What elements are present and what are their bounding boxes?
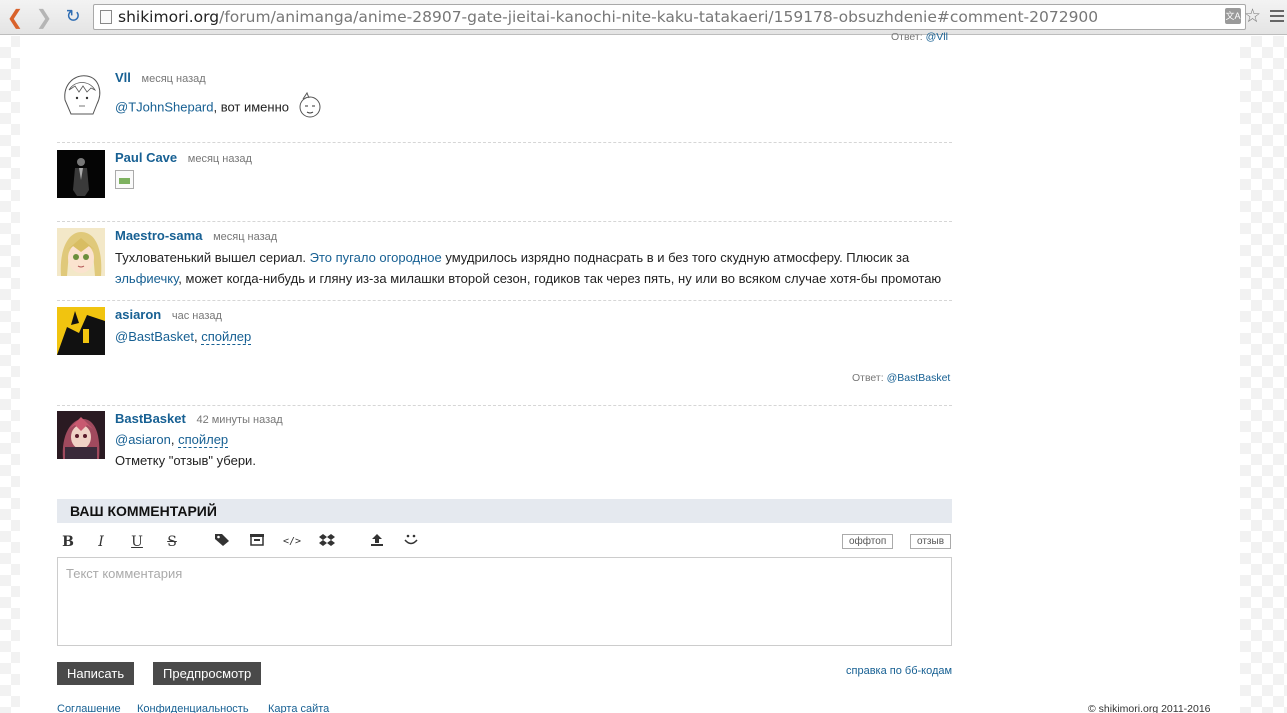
reload-icon[interactable]: ↻ (62, 6, 84, 28)
reply-target-link[interactable]: @Vll (926, 31, 948, 43)
comment: Paul Cave месяц назад (57, 150, 952, 200)
avatar[interactable] (57, 307, 105, 355)
footer-link-sitemap[interactable]: Карта сайта (268, 703, 329, 713)
comment: BastBasket 42 минуты назад @asiaron, спо… (57, 411, 952, 471)
strike-button[interactable]: S (162, 533, 182, 551)
comment-textarea[interactable]: Текст комментария (57, 557, 952, 646)
smiley-icon[interactable] (401, 533, 421, 551)
comment-text: умудрилось изрядно поднасрать в и без то… (441, 250, 910, 265)
avatar[interactable] (57, 70, 105, 118)
address-bar[interactable]: shikimori.org/forum/animanga/anime-28907… (93, 4, 1246, 30)
reply-line: Ответ: @BastBasket (852, 372, 951, 384)
url-text: shikimori.org/forum/animanga/anime-28907… (118, 8, 1099, 26)
offtopic-toggle[interactable]: оффтоп (842, 534, 894, 549)
background-pattern-right (1240, 36, 1287, 713)
comment-text: , вот именно (213, 99, 289, 115)
spoiler-toggle[interactable]: спойлер (178, 432, 229, 448)
comment-time: месяц назад (141, 73, 206, 85)
submit-button[interactable]: Написать (57, 662, 135, 685)
page-icon (100, 10, 112, 24)
background-pattern-left (0, 36, 20, 713)
comment-author[interactable]: BastBasket (115, 411, 186, 426)
comment-divider (57, 221, 952, 222)
avatar[interactable] (57, 228, 105, 276)
footer-link-agreement[interactable]: Соглашение (57, 703, 121, 713)
comment-time: месяц назад (187, 153, 252, 165)
comment-divider (57, 142, 952, 143)
comment-author[interactable]: asiaron (115, 307, 161, 322)
comment: Vll месяц назад @TJohnShepard, вот именн… (57, 70, 952, 130)
reply-line: Ответ: @Vll (891, 31, 948, 43)
menu-icon[interactable] (1270, 10, 1284, 24)
comment-divider (57, 300, 952, 301)
bbcode-help-link[interactable]: справка по бб-кодам (846, 665, 952, 677)
image-icon[interactable] (247, 533, 267, 551)
spoiler-toggle[interactable]: спойлер (201, 329, 252, 345)
mention-link[interactable]: @TJohnShepard (115, 99, 213, 114)
comment-text: Отметку "отзыв" убери. (115, 453, 256, 468)
bold-button[interactable]: B (58, 533, 78, 551)
comment-author[interactable]: Paul Cave (115, 150, 177, 165)
italic-button[interactable]: I (91, 533, 111, 551)
underline-button[interactable]: U (127, 533, 147, 551)
tag-icon[interactable] (212, 533, 232, 551)
comment: asiaron час назад @BastBasket, спойлер (57, 307, 952, 387)
footer-link-privacy[interactable]: Конфиденциальность (137, 703, 249, 713)
back-arrow-icon[interactable]: ❮ (4, 6, 26, 28)
mention-link[interactable]: @asiaron (115, 432, 171, 447)
comment-divider (57, 405, 952, 406)
review-toggle[interactable]: отзыв (910, 534, 952, 549)
mention-link[interactable]: @BastBasket (115, 329, 194, 344)
copyright: © shikimori.org 2011-2016 (1088, 703, 1211, 713)
comment-form-title: ВАШ КОММЕНТАРИЙ (57, 499, 952, 523)
comment-text: Тухловатенький вышел сериал. (115, 250, 310, 265)
bookmark-star-icon[interactable]: ☆ (1244, 5, 1261, 27)
broken-image-icon (115, 170, 134, 190)
forward-arrow-icon[interactable]: ❯ (33, 6, 55, 28)
anime-link[interactable]: Это пугало огородное (310, 250, 442, 265)
translate-icon[interactable]: 文A (1225, 8, 1241, 24)
emoticon-icon (297, 90, 323, 126)
comment-text: , может когда-нибудь и гляну из-за милаш… (178, 271, 942, 286)
avatar[interactable] (57, 411, 105, 459)
comment-time: 42 минуты назад (196, 414, 283, 426)
comment-author[interactable]: Maestro-sama (115, 228, 202, 243)
comment-author[interactable]: Vll (115, 70, 131, 85)
preview-button[interactable]: Предпросмотр (153, 662, 262, 685)
dropbox-icon[interactable] (317, 533, 337, 551)
comment-time: месяц назад (213, 231, 278, 243)
avatar[interactable] (57, 150, 105, 198)
upload-icon[interactable] (367, 533, 387, 551)
comment-time: час назад (171, 310, 222, 322)
browser-toolbar: ❮ ❯ ↻ shikimori.org/forum/animanga/anime… (0, 0, 1287, 35)
comment: Maestro-sama месяц назад Тухловатенький … (57, 228, 952, 288)
code-icon[interactable]: </> (282, 533, 302, 551)
character-link[interactable]: эльфиечку (115, 271, 178, 286)
reply-target-link[interactable]: @BastBasket (887, 372, 951, 384)
